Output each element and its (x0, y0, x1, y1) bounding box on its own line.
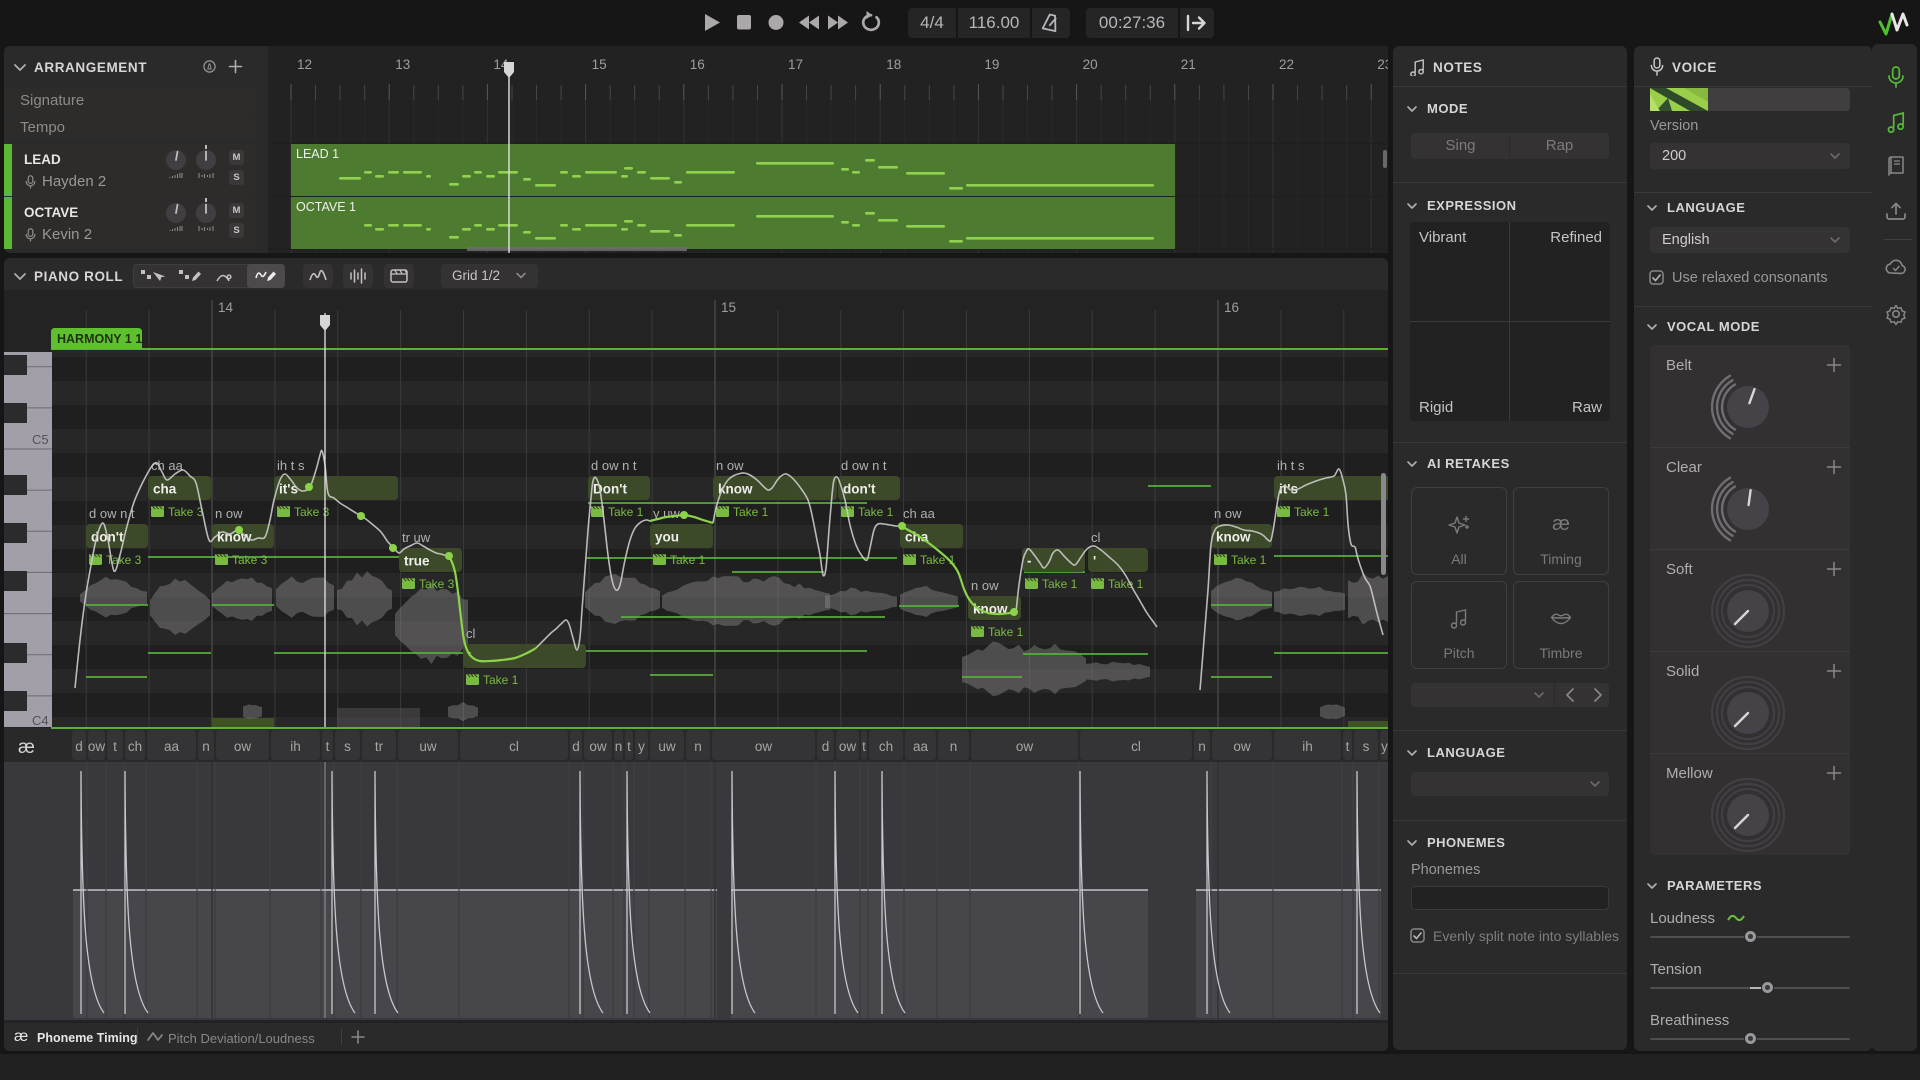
svg-text:HARMONY 1 1: HARMONY 1 1 (57, 332, 142, 346)
svg-text:ow: ow (1233, 739, 1251, 754)
svg-text:Take 1: Take 1 (483, 673, 519, 687)
svg-text:Take 3: Take 3 (232, 553, 268, 567)
svg-text:16: 16 (1224, 300, 1239, 315)
svg-text:d ow n t: d ow n t (841, 458, 887, 473)
svg-text:n ow: n ow (215, 506, 243, 521)
svg-text:16: 16 (690, 57, 705, 72)
svg-text:Take 3: Take 3 (168, 505, 204, 519)
svg-text:Take 1: Take 1 (988, 625, 1024, 639)
svg-text:uw: uw (419, 739, 437, 754)
svg-text:n: n (202, 739, 210, 754)
svg-text:Take 1: Take 1 (858, 505, 894, 519)
svg-text:Take 1: Take 1 (670, 553, 706, 567)
svg-text:d: d (572, 739, 580, 754)
svg-text:23: 23 (1377, 57, 1388, 72)
svg-text:Take 1: Take 1 (733, 505, 769, 519)
svg-text:s: s (1363, 739, 1370, 754)
svg-text:ow: ow (589, 739, 607, 754)
svg-text:ow: ow (88, 739, 106, 754)
svg-text:cl: cl (509, 739, 519, 754)
svg-text:n: n (1198, 739, 1206, 754)
svg-text:d ow n t: d ow n t (591, 458, 637, 473)
svg-text:aa: aa (913, 739, 929, 754)
svg-text:-: - (1027, 554, 1032, 569)
svg-text:15: 15 (592, 57, 607, 72)
svg-text:n: n (950, 739, 958, 754)
svg-text:d: d (75, 739, 83, 754)
svg-text:y: y (638, 739, 645, 754)
svg-text:y: y (1381, 739, 1388, 754)
svg-text:ih t s: ih t s (1277, 458, 1305, 473)
svg-text:Take 1: Take 1 (1108, 577, 1144, 591)
svg-text:cha: cha (153, 482, 177, 497)
svg-text:cl: cl (1091, 530, 1101, 545)
svg-text:æ: æ (1552, 513, 1570, 535)
svg-text:n ow: n ow (971, 578, 999, 593)
svg-text:ih t s: ih t s (277, 458, 305, 473)
svg-text:aa: aa (164, 739, 180, 754)
svg-text:it's: it's (279, 482, 298, 497)
svg-text:22: 22 (1279, 57, 1294, 72)
svg-text:d ow n t: d ow n t (89, 506, 135, 521)
svg-text:cl: cl (1131, 739, 1141, 754)
svg-text:Take 1: Take 1 (608, 505, 644, 519)
svg-text:LEAD 1: LEAD 1 (296, 147, 339, 161)
svg-text:14: 14 (218, 300, 234, 315)
svg-text:ih: ih (1302, 739, 1313, 754)
svg-text:cha: cha (905, 530, 929, 545)
svg-text:know: know (1216, 530, 1251, 545)
svg-text:cl: cl (466, 626, 476, 641)
svg-text:Take 3: Take 3 (294, 505, 330, 519)
svg-text:ow: ow (839, 739, 857, 754)
svg-text:13: 13 (395, 57, 410, 72)
svg-text:20: 20 (1083, 57, 1098, 72)
svg-text:n: n (694, 739, 702, 754)
svg-text:OCTAVE 1: OCTAVE 1 (296, 200, 356, 214)
svg-text:ch: ch (128, 739, 142, 754)
svg-text:19: 19 (984, 57, 999, 72)
svg-text:ow: ow (755, 739, 773, 754)
svg-text:ch aa: ch aa (903, 506, 936, 521)
svg-text:Take 3: Take 3 (419, 577, 455, 591)
svg-text:true: true (404, 554, 430, 569)
svg-text:Take 1: Take 1 (1294, 505, 1330, 519)
svg-text:t: t (326, 739, 330, 754)
svg-text:17: 17 (788, 57, 803, 72)
svg-text:t: t (113, 739, 117, 754)
svg-text:tr: tr (375, 739, 384, 754)
svg-text:you: you (655, 530, 679, 545)
svg-text:t: t (1346, 739, 1350, 754)
svg-text:18: 18 (886, 57, 901, 72)
svg-text:n ow: n ow (716, 458, 744, 473)
svg-text:Take 1: Take 1 (1231, 553, 1267, 567)
svg-text:21: 21 (1181, 57, 1196, 72)
svg-text:ch: ch (879, 739, 893, 754)
svg-text:n ow: n ow (1214, 506, 1242, 521)
svg-text:t: t (862, 739, 866, 754)
svg-text:d: d (822, 739, 830, 754)
svg-text:Take 1: Take 1 (1042, 577, 1078, 591)
svg-text:n: n (615, 739, 623, 754)
svg-text:12: 12 (297, 57, 312, 72)
svg-text:ih: ih (290, 739, 301, 754)
svg-text:C5: C5 (32, 432, 49, 447)
svg-text:uw: uw (658, 739, 676, 754)
svg-text:15: 15 (721, 300, 736, 315)
svg-text:ow: ow (234, 739, 252, 754)
svg-text:æ: æ (18, 737, 35, 758)
svg-text:': ' (1093, 554, 1096, 569)
svg-text:don't: don't (843, 482, 876, 497)
svg-text:s: s (344, 739, 351, 754)
svg-text:ow: ow (1016, 739, 1034, 754)
svg-text:C4: C4 (32, 713, 49, 728)
svg-text:t: t (627, 739, 631, 754)
